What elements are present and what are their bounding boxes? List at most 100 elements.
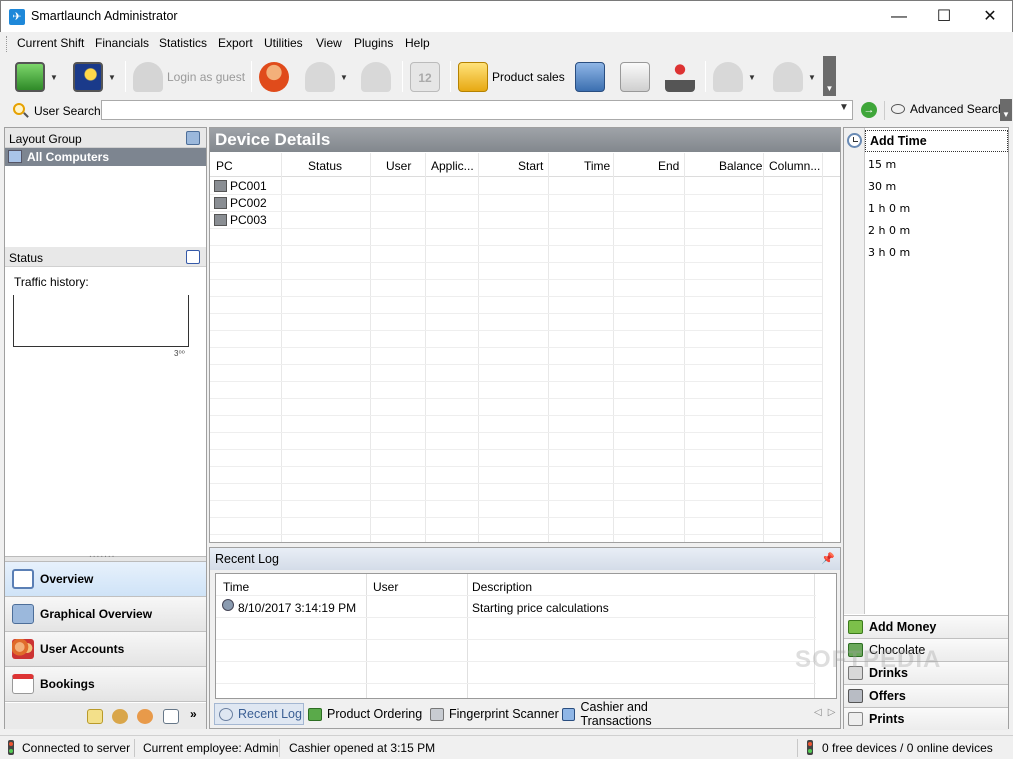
minimize-button[interactable]: — <box>876 1 922 32</box>
computer-icon <box>214 197 227 209</box>
notes-icon[interactable] <box>87 709 103 724</box>
add-money-label: Add Money <box>869 620 937 634</box>
nav-graphical-overview[interactable]: Graphical Overview <box>5 597 206 632</box>
search-icon <box>13 103 25 115</box>
user-time-button[interactable] <box>361 60 391 94</box>
money-icon <box>308 707 322 721</box>
column-header-application[interactable]: Applic... <box>431 159 474 173</box>
tab-recent-log-label: Recent Log <box>238 707 302 721</box>
advanced-search-button[interactable]: Advanced Search <box>891 102 1005 116</box>
table-row <box>210 399 822 416</box>
tab-product-ordering-label: Product Ordering <box>327 707 423 721</box>
printer-icon <box>848 712 863 726</box>
menu-current-shift[interactable]: Current Shift <box>17 36 84 50</box>
column-header-balance[interactable]: Balance <box>719 159 762 173</box>
printer-icon <box>620 62 650 92</box>
log-tabs: Recent Log Product Ordering Fingerprint … <box>214 700 835 728</box>
more-nav-button[interactable]: » <box>190 707 197 721</box>
column-header-time[interactable]: Time <box>584 159 610 173</box>
offers-button[interactable]: Offers <box>844 684 1008 707</box>
menu-export[interactable]: Export <box>218 36 253 50</box>
menu-financials[interactable]: Financials <box>95 36 149 50</box>
menu-utilities[interactable]: Utilities <box>264 36 303 50</box>
computer-icon <box>214 214 227 226</box>
network-icon[interactable] <box>186 131 200 145</box>
cash-register-button[interactable] <box>575 60 605 94</box>
monitor-sleep-button[interactable]: ▼ <box>73 60 116 94</box>
table-row <box>216 640 816 662</box>
tab-product-ordering[interactable]: Product Ordering <box>304 703 426 725</box>
column-header-user[interactable]: User <box>386 159 411 173</box>
add-money-button[interactable]: Add Money <box>844 615 1008 638</box>
time-option-15m[interactable]: 15 m <box>868 158 896 171</box>
support-button[interactable]: ▼ <box>713 60 756 94</box>
menu-help[interactable]: Help <box>405 36 430 50</box>
table-row <box>210 314 822 331</box>
chevron-down-icon[interactable]: ▼ <box>340 73 348 82</box>
tab-recent-log[interactable]: Recent Log <box>214 703 304 725</box>
gear-icon <box>222 599 234 611</box>
product-sales-button[interactable]: Product sales <box>458 60 565 94</box>
table-row[interactable]: PC003 <box>210 212 822 229</box>
column-header-pc[interactable]: PC <box>216 159 233 173</box>
joystick-button[interactable] <box>665 60 695 94</box>
toolbar-overflow-button[interactable]: ▼ <box>823 56 836 96</box>
chevron-down-icon[interactable]: ▼ <box>108 73 116 82</box>
nav-overview[interactable]: Overview <box>5 562 206 597</box>
all-computers-item[interactable]: All Computers <box>5 148 206 166</box>
recent-log-panel: Recent Log 📌 Time User Description 8/10/… <box>209 547 841 729</box>
recent-log-title: Recent Log <box>215 552 279 566</box>
table-row[interactable]: PC001 <box>210 178 822 195</box>
user-add-button[interactable] <box>259 60 289 94</box>
layout-group-header: Layout Group <box>5 128 206 148</box>
user-lock-button[interactable]: ▼ <box>305 60 348 94</box>
printer-button[interactable] <box>620 60 650 94</box>
tab-fingerprint-scanner[interactable]: Fingerprint Scanner <box>426 703 559 725</box>
user-add-icon[interactable] <box>137 709 153 724</box>
column-header-end[interactable]: End <box>658 159 679 173</box>
nav-user-accounts[interactable]: User Accounts <box>5 632 206 667</box>
device-details-title: Device Details <box>210 128 840 152</box>
tab-cashier-transactions[interactable]: Cashier and Transactions <box>558 700 716 728</box>
chevron-down-icon[interactable]: ▼ <box>748 73 756 82</box>
monitor-on-button[interactable]: ▼ <box>15 60 58 94</box>
nav-footer: » <box>5 703 206 729</box>
menu-plugins[interactable]: Plugins <box>354 36 393 50</box>
chevron-down-icon[interactable]: ▼ <box>808 73 816 82</box>
report-icon[interactable] <box>163 709 179 724</box>
add-time-header[interactable]: Add Time <box>865 130 1008 152</box>
table-row[interactable]: 8/10/2017 3:14:19 PM Starting price calc… <box>216 596 816 618</box>
pin-icon[interactable]: 📌 <box>821 552 835 565</box>
login-guest-button[interactable]: Login as guest <box>133 60 245 94</box>
menu-view[interactable]: View <box>316 36 342 50</box>
user-search-input[interactable] <box>101 100 853 120</box>
nav-bookings[interactable]: Bookings <box>5 667 206 702</box>
column-header-column[interactable]: Column... <box>769 159 820 173</box>
time-option-30m[interactable]: 30 m <box>868 180 896 193</box>
table-row <box>210 382 822 399</box>
column-header-start[interactable]: Start <box>518 159 543 173</box>
watermark-logo: SOFTPEDIA <box>795 646 942 673</box>
monitor-sleep-icon <box>73 62 103 92</box>
time-option-2h[interactable]: 2 h 0 m <box>868 224 910 237</box>
log-header-row <box>216 574 816 596</box>
time-option-3h[interactable]: 3 h 0 m <box>868 246 910 259</box>
calendar-button[interactable]: 12 <box>410 60 440 94</box>
go-arrow-icon[interactable]: → <box>861 102 877 118</box>
maximize-button[interactable]: ☐ <box>921 1 967 32</box>
checklist-icon[interactable] <box>186 250 200 264</box>
time-option-1h[interactable]: 1 h 0 m <box>868 202 910 215</box>
chevron-down-icon[interactable]: ▼ <box>50 73 58 82</box>
searchbar-overflow-button[interactable]: ▼ <box>1000 99 1012 121</box>
eye-icon <box>891 104 905 114</box>
device-details-panel: Device Details PC Status User Applic... … <box>209 127 841 543</box>
help-button[interactable]: ▼ <box>773 60 816 94</box>
tab-scroll-arrows[interactable]: ◁▷ <box>814 707 841 718</box>
prints-button[interactable]: Prints <box>844 707 1008 730</box>
close-button[interactable]: ✕ <box>967 1 1013 32</box>
table-row[interactable]: PC002 <box>210 195 822 212</box>
chevron-down-icon[interactable]: ▼ <box>839 102 849 113</box>
user-money-icon[interactable] <box>112 709 128 724</box>
menu-statistics[interactable]: Statistics <box>159 36 207 50</box>
column-header-status[interactable]: Status <box>308 159 342 173</box>
